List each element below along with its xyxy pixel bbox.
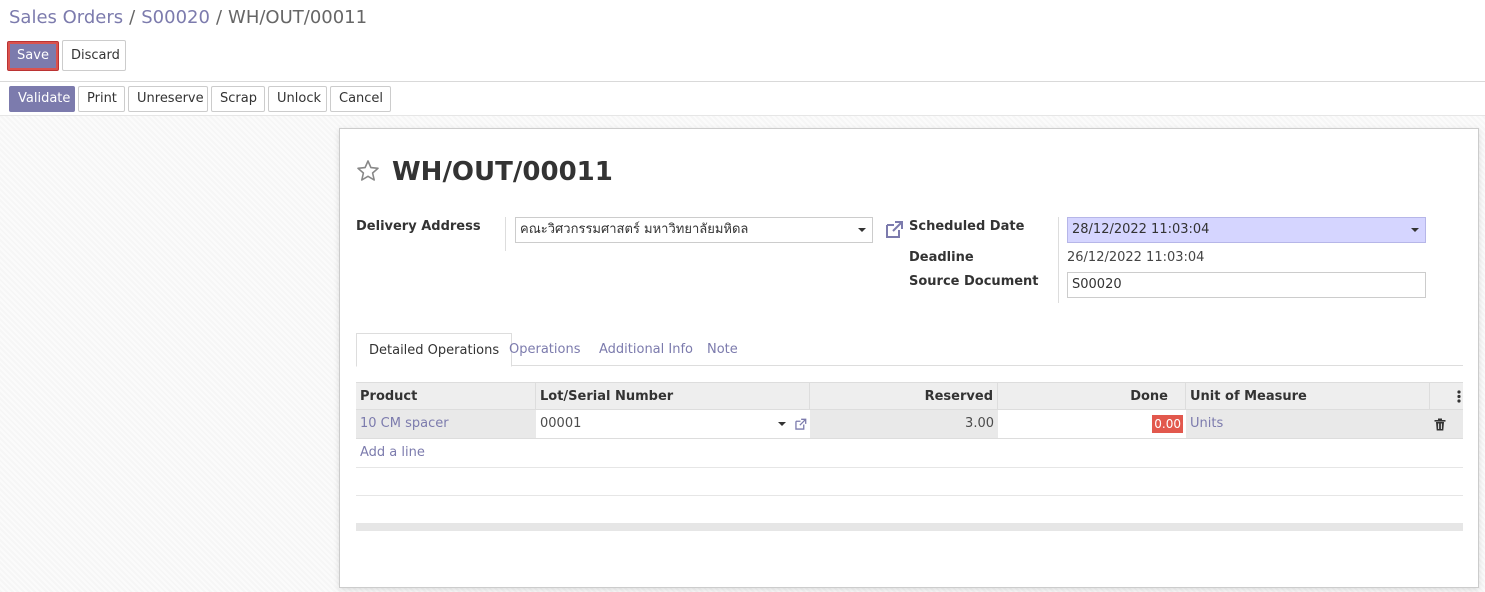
caret-down-icon[interactable] bbox=[1411, 228, 1419, 232]
control-panel: Sales Orders / S00020/WH/OUT/00011 Save Di… bbox=[0, 0, 1485, 82]
validate-button[interactable]: Validate bbox=[9, 86, 75, 112]
uom-cell[interactable]: Units bbox=[1186, 410, 1430, 438]
caret-down-icon[interactable] bbox=[778, 422, 786, 426]
empty-row bbox=[356, 495, 1463, 523]
table-header: Product Lot/Serial Number Reserved Done … bbox=[356, 382, 1463, 410]
column-header-done[interactable]: Done bbox=[998, 383, 1186, 410]
empty-row bbox=[356, 467, 1463, 495]
delete-row-button[interactable] bbox=[1430, 410, 1463, 438]
deadline-label: Deadline bbox=[909, 250, 974, 265]
external-link-icon[interactable] bbox=[884, 220, 904, 240]
done-cell[interactable]: 0.00 bbox=[998, 410, 1186, 438]
external-link-icon[interactable] bbox=[794, 418, 807, 431]
source-document-label: Source Document bbox=[909, 274, 1039, 289]
star-icon[interactable] bbox=[356, 159, 380, 183]
breadcrumb-sales-orders[interactable]: Sales Orders bbox=[9, 7, 123, 28]
tab-note[interactable]: Note bbox=[707, 333, 738, 366]
deadline-value: 26/12/2022 11:03:04 bbox=[1067, 250, 1205, 265]
product-cell[interactable]: 10 CM spacer bbox=[356, 410, 536, 438]
save-button[interactable]: Save bbox=[7, 41, 59, 71]
tab-additional-info[interactable]: Additional Info bbox=[599, 333, 693, 366]
column-header-lot[interactable]: Lot/Serial Number bbox=[536, 383, 810, 410]
breadcrumb-sale-order[interactable]: S00020 bbox=[141, 7, 210, 28]
column-header-product[interactable]: Product bbox=[356, 383, 536, 410]
trash-icon[interactable] bbox=[1434, 418, 1446, 431]
optional-columns-toggle[interactable] bbox=[1430, 383, 1463, 410]
form-sheet: WH/OUT/00011 Delivery Address คณะวิศวกรร… bbox=[339, 128, 1479, 588]
tab-detailed-operations[interactable]: Detailed Operations bbox=[356, 333, 513, 367]
scheduled-date-field[interactable]: 28/12/2022 11:03:04 bbox=[1067, 217, 1426, 243]
breadcrumb-current: WH/OUT/00011 bbox=[228, 7, 368, 28]
column-header-reserved[interactable]: Reserved bbox=[810, 383, 998, 410]
delivery-address-field[interactable]: คณะวิศวกรรมศาสตร์ มหาวิทยาลัยมหิดล bbox=[515, 217, 873, 243]
lot-cell[interactable]: 00001 bbox=[536, 410, 810, 438]
unlock-button[interactable]: Unlock bbox=[268, 86, 327, 112]
add-line-link[interactable]: Add a line bbox=[360, 445, 425, 460]
scrap-button[interactable]: Scrap bbox=[211, 86, 265, 112]
cancel-button[interactable]: Cancel bbox=[330, 86, 391, 112]
table-footer bbox=[356, 523, 1463, 531]
label-separator bbox=[1058, 217, 1059, 303]
done-value: 0.00 bbox=[1152, 415, 1183, 433]
scheduled-date-label: Scheduled Date bbox=[909, 219, 1025, 234]
reserved-cell: 3.00 bbox=[965, 416, 994, 431]
lot-value: 00001 bbox=[540, 416, 582, 431]
breadcrumb-separator: / bbox=[215, 7, 223, 28]
record-title: WH/OUT/00011 bbox=[392, 157, 613, 187]
caret-down-icon[interactable] bbox=[858, 228, 866, 232]
breadcrumb-separator: / bbox=[129, 7, 136, 28]
delivery-address-value: คณะวิศวกรรมศาสตร์ มหาวิทยาลัยมหิดล bbox=[520, 222, 749, 237]
table-row[interactable]: 10 CM spacer 00001 3.00 0.00 Units bbox=[356, 410, 1463, 439]
unreserve-button[interactable]: Unreserve bbox=[128, 86, 208, 112]
source-document-field[interactable]: S00020 bbox=[1067, 272, 1426, 298]
discard-button[interactable]: Discard bbox=[62, 40, 126, 71]
label-separator bbox=[505, 217, 506, 251]
statusbar: Validate Print Unreserve Scrap Unlock Ca… bbox=[0, 82, 1485, 116]
breadcrumb: Sales Orders / S00020/WH/OUT/00011 bbox=[9, 6, 367, 30]
scheduled-date-value: 28/12/2022 11:03:04 bbox=[1072, 222, 1210, 237]
kebab-icon[interactable] bbox=[1434, 383, 1467, 410]
notebook-tabs: Detailed Operations Operations Additiona… bbox=[356, 333, 1463, 367]
column-header-uom[interactable]: Unit of Measure bbox=[1186, 383, 1430, 410]
delivery-address-label: Delivery Address bbox=[356, 219, 481, 234]
tab-operations[interactable]: Operations bbox=[509, 333, 580, 366]
source-document-value: S00020 bbox=[1072, 277, 1122, 292]
print-button[interactable]: Print bbox=[78, 86, 125, 112]
